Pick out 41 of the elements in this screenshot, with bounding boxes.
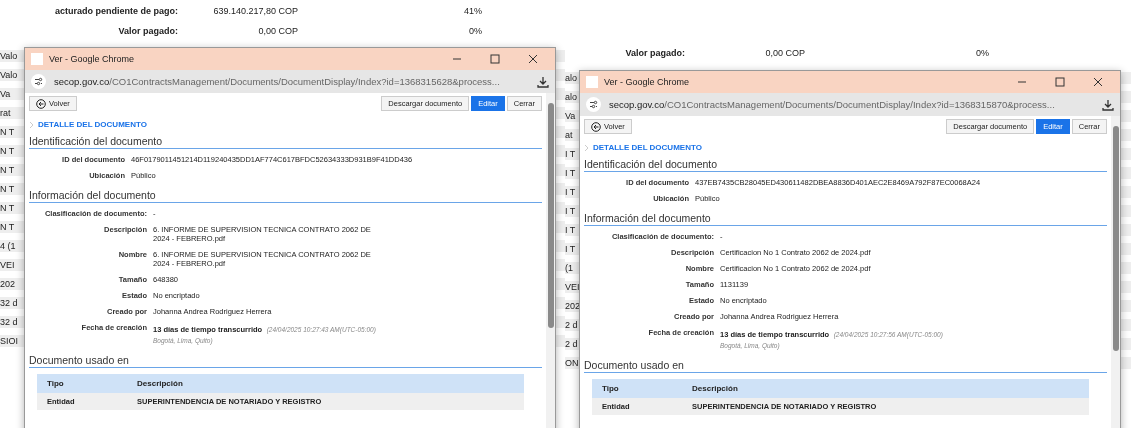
section-breadcrumb: DETALLE DEL DOCUMENTO — [38, 120, 147, 129]
section-heading: Información del documento — [29, 189, 542, 203]
maximize-icon[interactable] — [1055, 77, 1065, 87]
site-settings-icon[interactable] — [586, 97, 601, 112]
section-breadcrumb: DETALLE DEL DOCUMENTO — [593, 143, 702, 152]
summary-label: Valor pagado: — [117, 26, 178, 36]
close-icon[interactable] — [1093, 77, 1103, 87]
maximize-icon[interactable] — [490, 54, 500, 64]
site-settings-icon[interactable] — [31, 74, 46, 89]
column-header: Descripción — [127, 374, 524, 393]
column-header: Tipo — [592, 379, 682, 398]
close-icon[interactable] — [528, 54, 538, 64]
summary-percent: 41% — [463, 6, 482, 16]
back-arrow-icon — [36, 98, 46, 109]
scrollbar[interactable] — [1111, 116, 1120, 428]
download-icon[interactable] — [537, 75, 549, 88]
url-text[interactable]: secop.gov.co/CO1ContractsManagement/Documents/DocumentDisplay/Index?id=1368315628&process... — [54, 76, 529, 87]
app-icon — [31, 53, 43, 65]
column-header: Tipo — [37, 374, 127, 393]
window-title: Ver - Google Chrome — [604, 77, 691, 87]
section-heading: Información del documento — [584, 212, 1107, 226]
summary-percent: 0% — [468, 26, 482, 36]
section-heading: Documento usado en — [29, 354, 542, 368]
chevron-icon — [29, 120, 34, 129]
scrollbar[interactable] — [546, 93, 555, 428]
summary-value: 0,00 COP — [257, 26, 298, 36]
download-icon[interactable] — [1102, 98, 1114, 111]
section-heading: Documento usado en — [584, 359, 1107, 373]
chevron-icon — [584, 143, 589, 152]
app-icon — [586, 76, 598, 88]
summary-percent: 0% — [975, 48, 989, 58]
summary-label: acturado pendiente de pago: — [54, 6, 178, 16]
window-title: Ver - Google Chrome — [49, 54, 136, 64]
column-header: Descripción — [682, 379, 1089, 398]
summary-value: 0,00 COP — [764, 48, 805, 58]
url-text[interactable]: secop.gov.co/CO1ContractsManagement/Documents/DocumentDisplay/Index?id=1368315870&process... — [609, 99, 1094, 110]
summary-value: 639.140.217,80 COP — [212, 6, 298, 16]
back-arrow-icon — [591, 121, 601, 132]
summary-label: Valor pagado: — [624, 48, 685, 58]
section-heading: Identificación del documento — [29, 135, 542, 149]
section-heading: Identificación del documento — [584, 158, 1107, 172]
